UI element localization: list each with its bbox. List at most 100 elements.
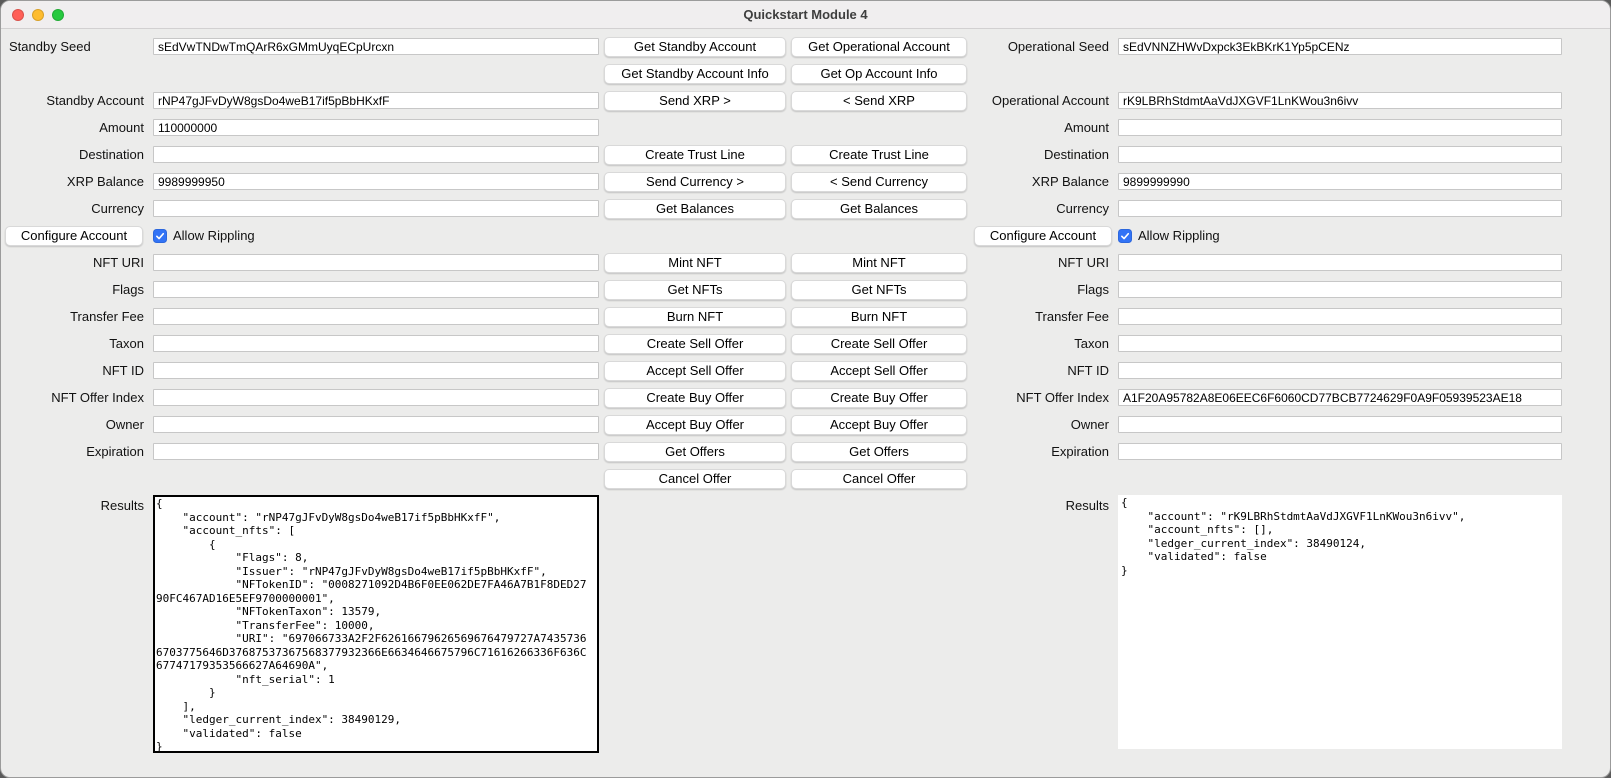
standby-xrp-balance-input[interactable] [153,173,599,190]
operational-xrp-balance-input[interactable] [1118,173,1562,190]
standby-field-cell [153,389,599,406]
get-balances-button-operational[interactable]: Get Balances [791,199,967,219]
accept-buy-offer-button-operational[interactable]: Accept Buy Offer [791,415,967,435]
standby-taxon-input[interactable] [153,335,599,352]
standby-seed-input[interactable] [153,38,599,55]
operational-account-label: Operational Account [967,93,1114,108]
standby-button-cell: Create Trust Line [604,145,786,165]
operational-currency-input[interactable] [1118,200,1562,217]
standby-transfer-fee-label: Transfer Fee [5,309,149,324]
standby-flags-input[interactable] [153,281,599,298]
standby-results-textarea[interactable]: { "account": "rNP47gJFvDyW8gsDo4weB17if5… [153,495,599,753]
operational-button-cell: Get NFTs [791,280,967,300]
cancel-offer-button-operational[interactable]: Cancel Offer [791,469,967,489]
create-buy-offer-button-standby[interactable]: Create Buy Offer [604,388,786,408]
operational-allow-rippling-checkbox-box[interactable] [1118,229,1132,243]
burn-nft-button-operational[interactable]: Burn NFT [791,307,967,327]
standby-transfer-fee-input[interactable] [153,308,599,325]
standby-allow-rippling-checkbox-box[interactable] [153,229,167,243]
standby-configure-account-button[interactable]: Configure Account [5,226,143,246]
operational-button-cell: Get Offers [791,442,967,462]
create-buy-offer-button-operational[interactable]: Create Buy Offer [791,388,967,408]
standby-destination-input[interactable] [153,146,599,163]
standby-expiration-input[interactable] [153,443,599,460]
standby-button-cell: Get NFTs [604,280,786,300]
burn-nft-button-standby[interactable]: Burn NFT [604,307,786,327]
standby-nft-uri-input[interactable] [153,254,599,271]
send-currency-button-standby[interactable]: Send Currency > [604,172,786,192]
standby-button-cell: Mint NFT [604,253,786,273]
operational-transfer-fee-input[interactable] [1118,308,1562,325]
standby-owner-label: Owner [5,417,149,432]
mint-nft-button-standby[interactable]: Mint NFT [604,253,786,273]
operational-configure-account-button[interactable]: Configure Account [974,226,1112,246]
operational-button-cell: < Send XRP [791,91,967,111]
operational-owner-input[interactable] [1118,416,1562,433]
get-standby-account-button-standby[interactable]: Get Standby Account [604,37,786,57]
operational-field-cell [1118,281,1562,298]
operational-results-textarea[interactable]: { "account": "rK9LBRhStdmtAaVdJXGVF1LnKW… [1118,495,1562,749]
send-xrp-button-operational[interactable]: < Send XRP [791,91,967,111]
form-row: NFT URIMint NFTMint NFTNFT URI [1,249,1610,276]
get-offers-button-standby[interactable]: Get Offers [604,442,786,462]
operational-nft-offer-index-input[interactable] [1118,389,1562,406]
operational-destination-input[interactable] [1118,146,1562,163]
standby-field-cell [153,443,599,460]
send-currency-button-operational[interactable]: < Send Currency [791,172,967,192]
get-nfts-button-operational[interactable]: Get NFTs [791,280,967,300]
main-content: Standby SeedGet Standby AccountGet Opera… [1,29,1610,753]
accept-sell-offer-button-standby[interactable]: Accept Sell Offer [604,361,786,381]
zoom-button[interactable] [52,9,64,21]
get-offers-button-operational[interactable]: Get Offers [791,442,967,462]
operational-field-cell [1118,92,1562,109]
get-balances-button-standby[interactable]: Get Balances [604,199,786,219]
get-standby-account-info-button-standby[interactable]: Get Standby Account Info [604,64,786,84]
operational-allow-rippling-label: Allow Rippling [1138,228,1220,243]
mint-nft-button-operational[interactable]: Mint NFT [791,253,967,273]
send-xrp-button-standby[interactable]: Send XRP > [604,91,786,111]
standby-nft-offer-index-input[interactable] [153,389,599,406]
standby-button-cell: Send Currency > [604,172,786,192]
standby-field-cell [153,416,599,433]
standby-nft-offer-index-label: NFT Offer Index [5,390,149,405]
operational-nft-uri-label: NFT URI [967,255,1114,270]
create-sell-offer-button-standby[interactable]: Create Sell Offer [604,334,786,354]
accept-sell-offer-button-operational[interactable]: Accept Sell Offer [791,361,967,381]
standby-amount-input[interactable] [153,119,599,136]
accept-buy-offer-button-standby[interactable]: Accept Buy Offer [604,415,786,435]
operational-field-cell [1118,200,1562,217]
form-row: NFT Offer Index Create Buy OfferCreate Bu… [1,384,1610,411]
cancel-offer-button-standby[interactable]: Cancel Offer [604,469,786,489]
operational-nft-id-input[interactable] [1118,362,1562,379]
get-operational-account-button-operational[interactable]: Get Operational Account [791,37,967,57]
operational-account-input[interactable] [1118,92,1562,109]
standby-allow-rippling-checkbox[interactable]: Allow Rippling [153,228,599,243]
standby-account-input[interactable] [153,92,599,109]
standby-results-cell: { "account": "rNP47gJFvDyW8gsDo4weB17if5… [153,495,599,753]
create-trust-line-button-standby[interactable]: Create Trust Line [604,145,786,165]
create-trust-line-button-operational[interactable]: Create Trust Line [791,145,967,165]
operational-amount-input[interactable] [1118,119,1562,136]
standby-allow-rippling-label: Allow Rippling [173,228,255,243]
standby-rippling-cell: Allow Rippling [153,228,599,243]
operational-nft-uri-input[interactable] [1118,254,1562,271]
standby-currency-input[interactable] [153,200,599,217]
form-row: DestinationCreate Trust LineCreate Trust… [1,141,1610,168]
close-button[interactable] [12,9,24,21]
operational-taxon-input[interactable] [1118,335,1562,352]
operational-expiration-input[interactable] [1118,443,1562,460]
standby-field-cell [153,200,599,217]
form-row: Get Standby Account InfoGet Op Account I… [1,60,1610,87]
standby-nft-id-input[interactable] [153,362,599,379]
operational-allow-rippling-checkbox[interactable]: Allow Rippling [1118,228,1562,243]
create-sell-offer-button-operational[interactable]: Create Sell Offer [791,334,967,354]
get-op-account-info-button-operational[interactable]: Get Op Account Info [791,64,967,84]
get-nfts-button-standby[interactable]: Get NFTs [604,280,786,300]
minimize-button[interactable] [32,9,44,21]
standby-field-cell [153,308,599,325]
form-row: XRP BalanceSend Currency >< Send Currenc… [1,168,1610,195]
operational-seed-input[interactable] [1118,38,1562,55]
operational-flags-input[interactable] [1118,281,1562,298]
operational-owner-label: Owner [967,417,1114,432]
standby-owner-input[interactable] [153,416,599,433]
